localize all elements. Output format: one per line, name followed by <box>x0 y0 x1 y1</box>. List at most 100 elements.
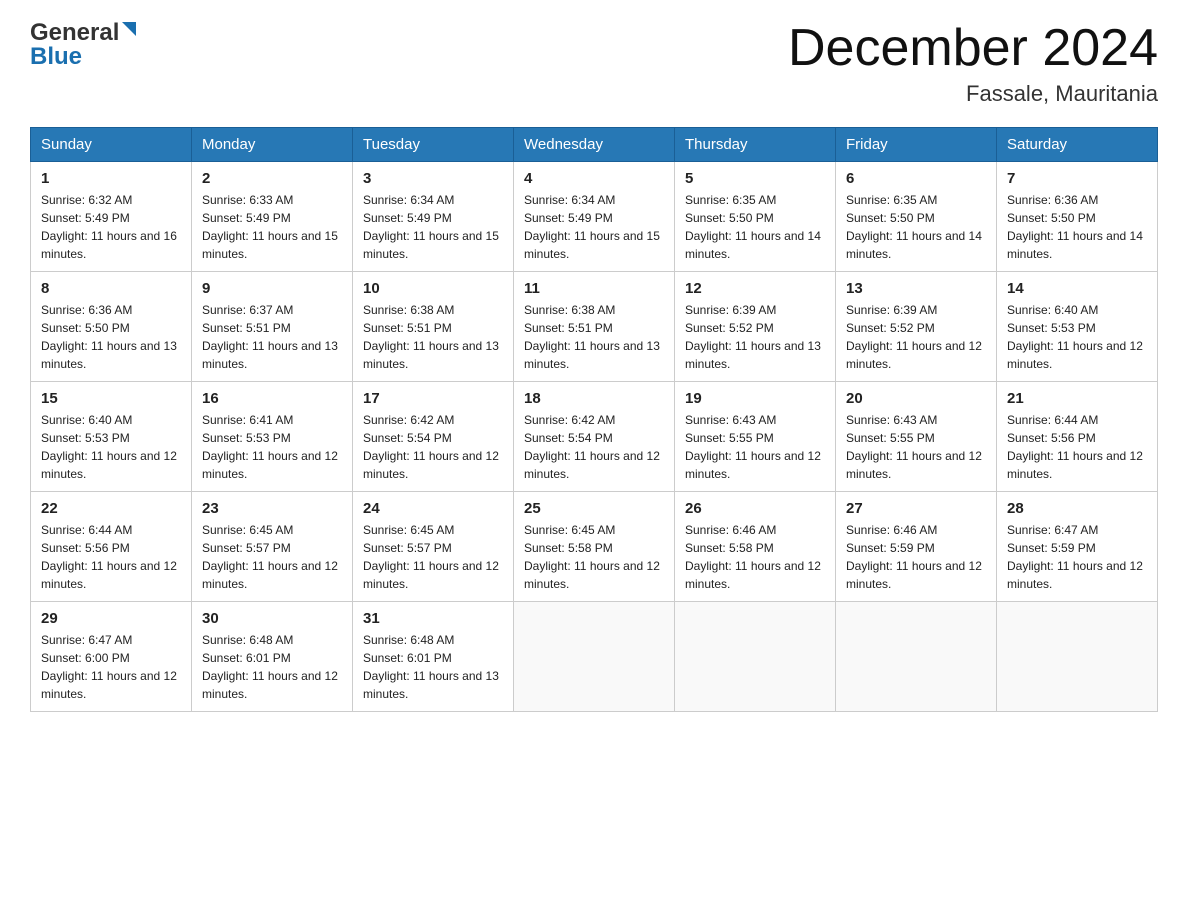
calendar-cell: 11 Sunrise: 6:38 AMSunset: 5:51 PMDaylig… <box>514 272 675 382</box>
day-info: Sunrise: 6:43 AMSunset: 5:55 PMDaylight:… <box>846 413 982 481</box>
day-info: Sunrise: 6:42 AMSunset: 5:54 PMDaylight:… <box>363 413 499 481</box>
logo-name: General Blue <box>30 20 140 69</box>
calendar-week-2: 8 Sunrise: 6:36 AMSunset: 5:50 PMDayligh… <box>31 272 1158 382</box>
day-info: Sunrise: 6:46 AMSunset: 5:58 PMDaylight:… <box>685 523 821 591</box>
day-info: Sunrise: 6:34 AMSunset: 5:49 PMDaylight:… <box>524 193 660 261</box>
day-number: 22 <box>41 500 181 517</box>
day-number: 10 <box>363 280 503 297</box>
calendar-table: SundayMondayTuesdayWednesdayThursdayFrid… <box>30 127 1158 712</box>
day-number: 14 <box>1007 280 1147 297</box>
day-info: Sunrise: 6:46 AMSunset: 5:59 PMDaylight:… <box>846 523 982 591</box>
calendar-cell: 6 Sunrise: 6:35 AMSunset: 5:50 PMDayligh… <box>836 162 997 272</box>
calendar-week-5: 29 Sunrise: 6:47 AMSunset: 6:00 PMDaylig… <box>31 602 1158 712</box>
day-number: 7 <box>1007 170 1147 187</box>
day-info: Sunrise: 6:45 AMSunset: 5:58 PMDaylight:… <box>524 523 660 591</box>
day-number: 16 <box>202 390 342 407</box>
day-number: 2 <box>202 170 342 187</box>
day-header-sunday: Sunday <box>31 128 192 162</box>
title-block: December 2024 Fassale, Mauritania <box>788 20 1158 107</box>
day-number: 15 <box>41 390 181 407</box>
day-number: 21 <box>1007 390 1147 407</box>
calendar-cell: 25 Sunrise: 6:45 AMSunset: 5:58 PMDaylig… <box>514 492 675 602</box>
day-number: 8 <box>41 280 181 297</box>
day-info: Sunrise: 6:40 AMSunset: 5:53 PMDaylight:… <box>1007 303 1143 371</box>
day-number: 25 <box>524 500 664 517</box>
calendar-cell: 14 Sunrise: 6:40 AMSunset: 5:53 PMDaylig… <box>997 272 1158 382</box>
calendar-cell <box>675 602 836 712</box>
day-number: 24 <box>363 500 503 517</box>
day-number: 23 <box>202 500 342 517</box>
calendar-cell: 26 Sunrise: 6:46 AMSunset: 5:58 PMDaylig… <box>675 492 836 602</box>
calendar-cell: 22 Sunrise: 6:44 AMSunset: 5:56 PMDaylig… <box>31 492 192 602</box>
calendar-cell: 17 Sunrise: 6:42 AMSunset: 5:54 PMDaylig… <box>353 382 514 492</box>
day-number: 13 <box>846 280 986 297</box>
logo-arrow-icon <box>122 22 140 45</box>
day-header-monday: Monday <box>192 128 353 162</box>
day-info: Sunrise: 6:42 AMSunset: 5:54 PMDaylight:… <box>524 413 660 481</box>
day-info: Sunrise: 6:35 AMSunset: 5:50 PMDaylight:… <box>846 193 982 261</box>
calendar-cell: 18 Sunrise: 6:42 AMSunset: 5:54 PMDaylig… <box>514 382 675 492</box>
day-number: 30 <box>202 610 342 627</box>
day-header-wednesday: Wednesday <box>514 128 675 162</box>
day-info: Sunrise: 6:40 AMSunset: 5:53 PMDaylight:… <box>41 413 177 481</box>
calendar-cell <box>997 602 1158 712</box>
day-info: Sunrise: 6:45 AMSunset: 5:57 PMDaylight:… <box>363 523 499 591</box>
calendar-cell: 5 Sunrise: 6:35 AMSunset: 5:50 PMDayligh… <box>675 162 836 272</box>
page-header: General Blue December 2024 Fassale, Maur… <box>30 20 1158 107</box>
calendar-cell: 30 Sunrise: 6:48 AMSunset: 6:01 PMDaylig… <box>192 602 353 712</box>
calendar-cell: 28 Sunrise: 6:47 AMSunset: 5:59 PMDaylig… <box>997 492 1158 602</box>
calendar-week-3: 15 Sunrise: 6:40 AMSunset: 5:53 PMDaylig… <box>31 382 1158 492</box>
calendar-cell: 13 Sunrise: 6:39 AMSunset: 5:52 PMDaylig… <box>836 272 997 382</box>
day-number: 1 <box>41 170 181 187</box>
day-number: 27 <box>846 500 986 517</box>
day-info: Sunrise: 6:33 AMSunset: 5:49 PMDaylight:… <box>202 193 338 261</box>
day-info: Sunrise: 6:34 AMSunset: 5:49 PMDaylight:… <box>363 193 499 261</box>
day-info: Sunrise: 6:38 AMSunset: 5:51 PMDaylight:… <box>524 303 660 371</box>
calendar-title: December 2024 <box>788 20 1158 77</box>
calendar-cell: 9 Sunrise: 6:37 AMSunset: 5:51 PMDayligh… <box>192 272 353 382</box>
calendar-week-1: 1 Sunrise: 6:32 AMSunset: 5:49 PMDayligh… <box>31 162 1158 272</box>
day-info: Sunrise: 6:36 AMSunset: 5:50 PMDaylight:… <box>1007 193 1143 261</box>
day-header-tuesday: Tuesday <box>353 128 514 162</box>
calendar-subtitle: Fassale, Mauritania <box>788 81 1158 107</box>
calendar-cell: 29 Sunrise: 6:47 AMSunset: 6:00 PMDaylig… <box>31 602 192 712</box>
day-number: 9 <box>202 280 342 297</box>
day-number: 6 <box>846 170 986 187</box>
day-number: 29 <box>41 610 181 627</box>
calendar-cell: 12 Sunrise: 6:39 AMSunset: 5:52 PMDaylig… <box>675 272 836 382</box>
calendar-cell: 19 Sunrise: 6:43 AMSunset: 5:55 PMDaylig… <box>675 382 836 492</box>
day-number: 18 <box>524 390 664 407</box>
days-header-row: SundayMondayTuesdayWednesdayThursdayFrid… <box>31 128 1158 162</box>
day-info: Sunrise: 6:48 AMSunset: 6:01 PMDaylight:… <box>202 633 338 701</box>
calendar-cell: 1 Sunrise: 6:32 AMSunset: 5:49 PMDayligh… <box>31 162 192 272</box>
logo: General Blue <box>30 20 140 69</box>
calendar-cell <box>836 602 997 712</box>
calendar-cell: 21 Sunrise: 6:44 AMSunset: 5:56 PMDaylig… <box>997 382 1158 492</box>
day-number: 4 <box>524 170 664 187</box>
day-info: Sunrise: 6:39 AMSunset: 5:52 PMDaylight:… <box>846 303 982 371</box>
day-info: Sunrise: 6:44 AMSunset: 5:56 PMDaylight:… <box>41 523 177 591</box>
day-header-saturday: Saturday <box>997 128 1158 162</box>
logo-blue-text: Blue <box>30 45 140 69</box>
day-header-friday: Friday <box>836 128 997 162</box>
calendar-cell: 3 Sunrise: 6:34 AMSunset: 5:49 PMDayligh… <box>353 162 514 272</box>
day-number: 28 <box>1007 500 1147 517</box>
day-info: Sunrise: 6:35 AMSunset: 5:50 PMDaylight:… <box>685 193 821 261</box>
calendar-cell: 8 Sunrise: 6:36 AMSunset: 5:50 PMDayligh… <box>31 272 192 382</box>
calendar-cell: 31 Sunrise: 6:48 AMSunset: 6:01 PMDaylig… <box>353 602 514 712</box>
day-info: Sunrise: 6:39 AMSunset: 5:52 PMDaylight:… <box>685 303 821 371</box>
day-number: 17 <box>363 390 503 407</box>
calendar-cell: 24 Sunrise: 6:45 AMSunset: 5:57 PMDaylig… <box>353 492 514 602</box>
calendar-cell: 2 Sunrise: 6:33 AMSunset: 5:49 PMDayligh… <box>192 162 353 272</box>
day-info: Sunrise: 6:41 AMSunset: 5:53 PMDaylight:… <box>202 413 338 481</box>
day-number: 12 <box>685 280 825 297</box>
day-info: Sunrise: 6:37 AMSunset: 5:51 PMDaylight:… <box>202 303 338 371</box>
calendar-cell: 20 Sunrise: 6:43 AMSunset: 5:55 PMDaylig… <box>836 382 997 492</box>
day-number: 19 <box>685 390 825 407</box>
day-info: Sunrise: 6:45 AMSunset: 5:57 PMDaylight:… <box>202 523 338 591</box>
calendar-cell: 15 Sunrise: 6:40 AMSunset: 5:53 PMDaylig… <box>31 382 192 492</box>
day-info: Sunrise: 6:47 AMSunset: 6:00 PMDaylight:… <box>41 633 177 701</box>
day-number: 31 <box>363 610 503 627</box>
day-info: Sunrise: 6:44 AMSunset: 5:56 PMDaylight:… <box>1007 413 1143 481</box>
calendar-cell: 16 Sunrise: 6:41 AMSunset: 5:53 PMDaylig… <box>192 382 353 492</box>
